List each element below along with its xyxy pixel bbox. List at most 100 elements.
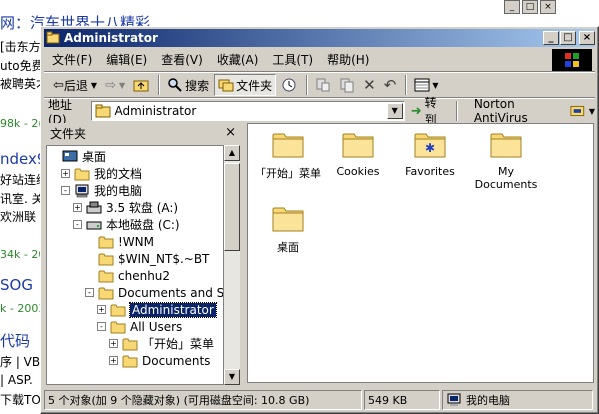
folder-icon	[110, 304, 126, 316]
norton-antivirus-button[interactable]: Norton AntiVirus ▼	[474, 97, 595, 125]
tree-expander[interactable]: +	[73, 203, 82, 212]
tree-expander[interactable]: -	[97, 322, 106, 331]
menu-item[interactable]: 收藏(A)	[217, 51, 259, 68]
window-icon	[46, 31, 60, 44]
floppy-drive-icon	[86, 201, 102, 213]
file-item-icon: ✱	[390, 130, 470, 161]
file-item[interactable]: 「开始」菜单	[248, 130, 328, 181]
scroll-thumb[interactable]	[224, 163, 240, 251]
windows-flag-icon	[565, 53, 579, 67]
folders-icon	[218, 79, 234, 92]
background-window-button: □	[522, 0, 538, 14]
folder-icon	[272, 133, 304, 158]
address-divider	[455, 101, 458, 121]
folder-pane-title: 文件夹	[50, 126, 87, 141]
background-text-line: | ASP.	[0, 373, 33, 387]
delete-button[interactable]: ✕	[360, 74, 379, 96]
norton-dropdown-icon[interactable]: ▼	[589, 107, 595, 116]
tree-node[interactable]: 桌面	[49, 148, 106, 165]
folders-button[interactable]: 文件夹	[214, 74, 277, 96]
forward-button[interactable]: ⇨ ▼	[102, 74, 128, 96]
tree-node-label: Documents and Settir	[118, 285, 224, 300]
search-label: 搜索	[185, 78, 210, 93]
address-input[interactable]: Administrator ▼	[91, 101, 405, 121]
views-dropdown-icon[interactable]: ▼	[432, 81, 438, 90]
views-icon	[414, 78, 430, 92]
status-objects: 5 个对象(加 9 个隐藏对象) (可用磁盘空间: 10.8 GB)	[44, 390, 362, 410]
tree-expander[interactable]: -	[85, 288, 94, 297]
folder-pane-close-button[interactable]: ×	[225, 125, 236, 140]
tree-node[interactable]: - 我的电脑	[61, 182, 142, 199]
scroll-down-button[interactable]: ▼	[224, 369, 240, 385]
tree-node[interactable]: - Documents and Settir	[85, 284, 224, 301]
tree-icon-wrap	[86, 218, 102, 232]
tree-node[interactable]: - 本地磁盘 (C:)	[73, 216, 180, 233]
background-text-line: SOG	[0, 276, 33, 294]
history-button[interactable]	[278, 74, 300, 96]
folder-icon	[98, 270, 114, 282]
tree-node[interactable]: - All Users	[97, 318, 182, 335]
search-button[interactable]: 搜索	[164, 74, 212, 96]
folder-icon	[110, 321, 126, 333]
back-button[interactable]: ⇦ 后退 ▼	[50, 74, 100, 96]
folder-icon	[122, 355, 138, 367]
tree-node[interactable]: !WNM	[85, 233, 154, 250]
file-item-icon	[466, 130, 546, 161]
minimize-button[interactable]: _	[543, 31, 559, 45]
tree-node-label: 我的电脑	[94, 184, 143, 198]
back-dropdown-icon[interactable]: ▼	[91, 81, 97, 90]
tree-expander[interactable]: +	[61, 169, 70, 178]
tree-node[interactable]: + Administrator	[97, 301, 217, 318]
tree-node[interactable]: $WIN_NT$.~BT	[85, 250, 209, 267]
menu-item[interactable]: 编辑(E)	[106, 51, 147, 68]
tree-expander[interactable]: +	[109, 339, 118, 348]
tree-node[interactable]: + 「开始」菜单	[109, 335, 214, 352]
scroll-up-button[interactable]: ▲	[224, 145, 240, 161]
move-to-button[interactable]	[312, 74, 334, 96]
file-item[interactable]: Cookies	[318, 130, 398, 178]
menu-item[interactable]: 查看(V)	[161, 51, 203, 68]
toolbar-divider	[306, 75, 309, 95]
tree-node[interactable]: +3.5 软盘 (A:)	[73, 199, 178, 216]
views-button[interactable]: ▼	[411, 74, 441, 96]
back-label: 后退	[63, 78, 88, 93]
menu-item[interactable]: 帮助(H)	[327, 51, 369, 68]
maximize-button[interactable]: □	[560, 31, 576, 45]
go-arrow-icon: ➜	[410, 103, 422, 119]
tree-icon-wrap	[74, 167, 90, 181]
tree-icon-wrap	[98, 269, 114, 283]
file-item[interactable]: 桌面	[248, 204, 328, 255]
up-button[interactable]	[130, 74, 152, 96]
folder-icon	[342, 133, 374, 158]
tree-node-label: $WIN_NT$.~BT	[118, 251, 210, 266]
file-item[interactable]: My Documents	[466, 130, 546, 191]
tree-expander[interactable]: -	[73, 220, 82, 229]
copy-to-button[interactable]	[336, 74, 358, 96]
tree-node-label: Administrator	[129, 301, 217, 318]
tree-node-label: 桌面	[82, 150, 107, 164]
tree-node[interactable]: + Documents	[109, 352, 210, 369]
tree-node-label: 我的文档	[94, 167, 143, 181]
tree-node[interactable]: chenhu2	[85, 267, 170, 284]
tree-expander[interactable]: +	[97, 305, 106, 314]
title-bar[interactable]: Administrator _ □ ×	[44, 29, 595, 47]
close-button[interactable]: ×	[579, 31, 595, 45]
address-dropdown-button[interactable]: ▼	[386, 103, 403, 119]
tree-expander[interactable]: -	[61, 186, 70, 195]
file-item[interactable]: ✱ Favorites	[390, 130, 470, 178]
menu-item[interactable]: 文件(F)	[52, 51, 92, 68]
tree-node[interactable]: + 我的文档	[61, 165, 142, 182]
back-arrow-icon: ⇦	[53, 77, 64, 93]
background-text-line: k - 2003	[0, 302, 46, 315]
menu-item[interactable]: 工具(T)	[272, 51, 313, 68]
tree-expander[interactable]: +	[109, 356, 118, 365]
tree-scrollbar[interactable]: ▲ ▼	[224, 145, 240, 385]
move-to-icon	[316, 78, 330, 92]
tree-icon-wrap	[122, 337, 138, 351]
menu-bar: 文件(F) 编辑(E) 查看(V) 收藏(A) 工具(T) 帮助(H)	[44, 49, 544, 70]
forward-arrow-icon: ⇨	[105, 77, 116, 93]
undo-button[interactable]: ↶	[381, 74, 400, 96]
tree-node-label: chenhu2	[118, 268, 171, 283]
file-item-label: My Documents	[474, 165, 538, 191]
forward-dropdown-icon[interactable]: ▼	[119, 81, 125, 90]
